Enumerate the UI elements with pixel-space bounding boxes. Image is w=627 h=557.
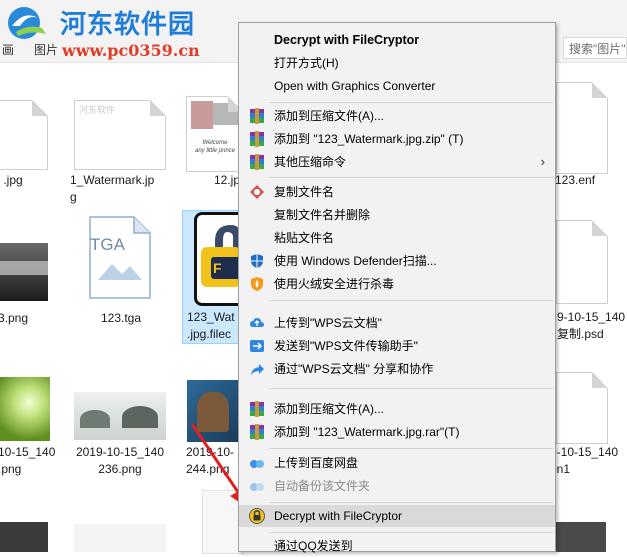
menu-item-paste-filename[interactable]: 粘贴文件名: [239, 227, 555, 249]
file-thumbnail[interactable]: [0, 100, 48, 170]
menu-item-label: Decrypt with FileCryptor: [274, 33, 420, 47]
winrar-icon: [250, 424, 264, 440]
file-thumbnail[interactable]: [74, 524, 166, 552]
tga-badge: TGA: [90, 235, 126, 254]
menu-item-label: 通过QQ发送到: [274, 539, 353, 553]
menu-item-label: 添加到 "123_Watermark.jpg.rar"(T): [274, 425, 460, 439]
thumbnail-watermark: 河东软件: [79, 106, 116, 116]
watermark-title: 河东软件园: [60, 10, 196, 40]
winrar-icon: [250, 108, 264, 124]
menu-item-label: 其他压缩命令: [274, 155, 347, 169]
menu-item-auto-backup[interactable]: 自动备份该文件夹: [239, 475, 555, 497]
menu-item-label: 自动备份该文件夹: [274, 479, 371, 493]
menu-item-label: 复制文件名: [274, 185, 335, 199]
copy-name-icon: [250, 185, 264, 199]
menu-item-huorong-scan[interactable]: 使用火绒安全进行杀毒: [239, 273, 555, 295]
menu-item-label: 发送到"WPS文件传输助手": [274, 339, 418, 353]
file-thumbnail[interactable]: [556, 522, 606, 552]
lock-icon: F: [201, 225, 240, 287]
menu-separator: [269, 532, 553, 533]
menu-item-label: 打开方式(H): [274, 56, 339, 70]
thumbnail-caption: Welcome any little prince: [194, 140, 236, 154]
menu-item-decrypt-filecryptor[interactable]: Decrypt with FileCryptor: [239, 29, 555, 51]
baidu-netdisk-icon: [250, 460, 264, 468]
tga-file-icon[interactable]: TGA: [88, 216, 152, 300]
file-thumbnail[interactable]: 河东软件: [74, 100, 166, 170]
file-thumbnail[interactable]: [0, 522, 48, 552]
menu-item-label: Open with Graphics Converter: [274, 79, 436, 93]
menu-separator: [269, 300, 553, 301]
menu-separator: [269, 102, 553, 103]
file-label[interactable]: .jpg: [0, 172, 28, 189]
chevron-right-icon: ›: [540, 154, 545, 169]
file-thumbnail[interactable]: [0, 243, 48, 301]
file-label[interactable]: 9-10-15_140 复制.psd: [557, 309, 627, 343]
winrar-icon: [250, 401, 264, 417]
menu-item-label: 使用火绒安全进行杀毒: [274, 277, 395, 291]
menu-separator: [269, 502, 553, 503]
menu-item-wps-share[interactable]: 通过"WPS云文档" 分享和协作: [239, 358, 555, 380]
file-thumbnail[interactable]: Welcome any little prince: [186, 96, 244, 172]
menu-item-label: 使用 Windows Defender扫描...: [274, 254, 437, 268]
filecryptor-lock-icon: [249, 508, 265, 524]
menu-item-upload-baidu[interactable]: 上传到百度网盘: [239, 452, 555, 474]
cloud-upload-icon: [250, 318, 264, 327]
share-icon: [251, 364, 264, 375]
menu-item-decrypt-filecryptor-2[interactable]: Decrypt with FileCryptor: [239, 505, 555, 527]
menu-item-copy-filename[interactable]: 复制文件名: [239, 181, 555, 203]
menu-item-label: 上传到"WPS云文档": [274, 316, 382, 330]
watermark-url: www.pc0359.cn: [62, 41, 200, 60]
file-label[interactable]: 123.tga: [96, 310, 146, 327]
menu-item-copy-filename-delete[interactable]: 复制文件名并删除: [239, 204, 555, 226]
file-thumbnail[interactable]: [556, 82, 608, 174]
menu-item-open-with[interactable]: 打开方式(H): [239, 52, 555, 74]
menu-item-send-via-qq[interactable]: 通过QQ发送到: [239, 535, 555, 557]
file-thumbnail[interactable]: [0, 377, 50, 441]
windows-defender-icon: [251, 254, 263, 268]
file-thumbnail[interactable]: [556, 372, 608, 444]
send-arrow-icon: [250, 340, 264, 352]
filecryptor-file-thumbnail[interactable]: F: [194, 212, 240, 306]
menu-separator: [269, 177, 553, 178]
menu-separator: [269, 448, 553, 449]
menu-item-label: 粘贴文件名: [274, 231, 335, 245]
menu-separator: [269, 388, 553, 389]
menu-item-label: 复制文件名并删除: [274, 208, 371, 222]
menu-item-defender-scan[interactable]: 使用 Windows Defender扫描...: [239, 250, 555, 272]
winrar-icon: [250, 131, 264, 147]
search-input[interactable]: 搜索"图片": [563, 37, 627, 59]
file-thumbnail[interactable]: [74, 392, 166, 440]
file-label[interactable]: 3.png: [0, 310, 30, 327]
menu-item-label: 添加到 "123_Watermark.jpg.zip" (T): [274, 132, 464, 146]
menu-item-add-to-archive-rar[interactable]: 添加到压缩文件(A)...: [239, 398, 555, 420]
menu-item-add-to-archive[interactable]: 添加到压缩文件(A)...: [239, 105, 555, 127]
file-label[interactable]: 2019-10-15_140 236.png: [70, 444, 170, 478]
file-label[interactable]: 9-10-15_140 on1: [550, 444, 626, 478]
menu-item-more-compress[interactable]: 其他压缩命令 ›: [239, 151, 555, 173]
file-thumbnail[interactable]: [556, 220, 608, 304]
breadcrumb-pictures[interactable]: 图片: [34, 41, 58, 58]
file-label[interactable]: 123.enf: [555, 172, 605, 189]
menu-item-label: 添加到压缩文件(A)...: [274, 109, 384, 123]
menu-item-send-wps-transfer[interactable]: 发送到"WPS文件传输助手": [239, 335, 555, 357]
menu-item-add-to-zip[interactable]: 添加到 "123_Watermark.jpg.zip" (T): [239, 128, 555, 150]
menu-item-label: Decrypt with FileCryptor: [274, 509, 403, 523]
menu-item-add-to-rar[interactable]: 添加到 "123_Watermark.jpg.rar"(T): [239, 421, 555, 443]
svg-text:F: F: [213, 260, 222, 276]
menu-item-label: 通过"WPS云文档" 分享和协作: [274, 362, 434, 376]
menu-item-upload-wps-cloud[interactable]: 上传到"WPS云文档": [239, 312, 555, 334]
menu-item-label: 添加到压缩文件(A)...: [274, 402, 384, 416]
winrar-icon: [250, 154, 264, 170]
menu-item-open-graphics-converter[interactable]: Open with Graphics Converter: [239, 75, 555, 97]
file-label-selected[interactable]: 123_Wat .jpg.filec: [187, 309, 237, 343]
breadcrumb-part[interactable]: 画: [2, 41, 14, 58]
file-label[interactable]: 1_Watermark.jp g: [70, 172, 170, 206]
menu-item-label: 上传到百度网盘: [274, 456, 359, 470]
huorong-shield-icon: [251, 277, 263, 291]
site-logo-icon: [8, 7, 46, 39]
baidu-netdisk-icon: [250, 483, 264, 491]
file-label[interactable]: 10-15_140 .png: [0, 444, 55, 478]
context-menu: Decrypt with FileCryptor 打开方式(H) Open wi…: [238, 22, 556, 553]
